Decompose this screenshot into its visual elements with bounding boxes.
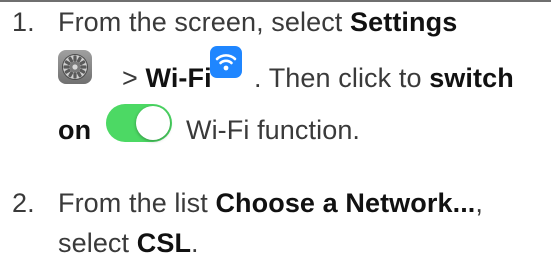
settings-label: Settings	[350, 7, 458, 37]
step-content: From the list Choose a Network..., selec…	[58, 183, 542, 263]
choose-network-label: Choose a Network...	[215, 188, 476, 218]
step-line-2: select CSL.	[58, 223, 542, 263]
separator: >	[122, 63, 146, 93]
step-content: From the screen, select Settings > Wi-Fi…	[58, 2, 542, 150]
then-text: . Then click to switch	[254, 58, 514, 98]
switch-label: switch	[429, 63, 514, 93]
wifi-label: Wi-Fi	[145, 63, 212, 93]
wifi-path-text: > Wi-Fi	[122, 58, 212, 98]
step-text: .	[191, 228, 199, 258]
step-line-2: > Wi-Fi . Then click to switch	[58, 42, 542, 96]
on-label: on	[58, 115, 92, 145]
step-text: select	[58, 228, 137, 258]
step-line-3: on Wi-Fi function.	[58, 96, 542, 150]
instruction-step-2: 2. From the list Choose a Network..., se…	[12, 183, 542, 263]
step-text: From the list	[58, 188, 216, 218]
settings-gear-icon	[58, 50, 92, 84]
toggle-knob	[136, 106, 170, 140]
step-text: From the screen, select	[58, 7, 351, 37]
wifi-icon	[210, 46, 242, 78]
step-line-1: From the screen, select Settings	[58, 2, 542, 42]
toggle-switch-on	[106, 104, 172, 142]
step-number: 1.	[12, 7, 35, 37]
step-line-1: From the list Choose a Network...,	[58, 183, 542, 223]
network-name-label: CSL	[136, 228, 192, 258]
step-number: 2.	[12, 188, 35, 218]
step-text: ,	[475, 188, 484, 218]
instruction-step-1: 1. From the screen, select Settings > Wi…	[12, 2, 542, 150]
wifi-function-text: Wi-Fi function.	[186, 115, 361, 145]
step-text: . Then click to	[254, 63, 430, 93]
